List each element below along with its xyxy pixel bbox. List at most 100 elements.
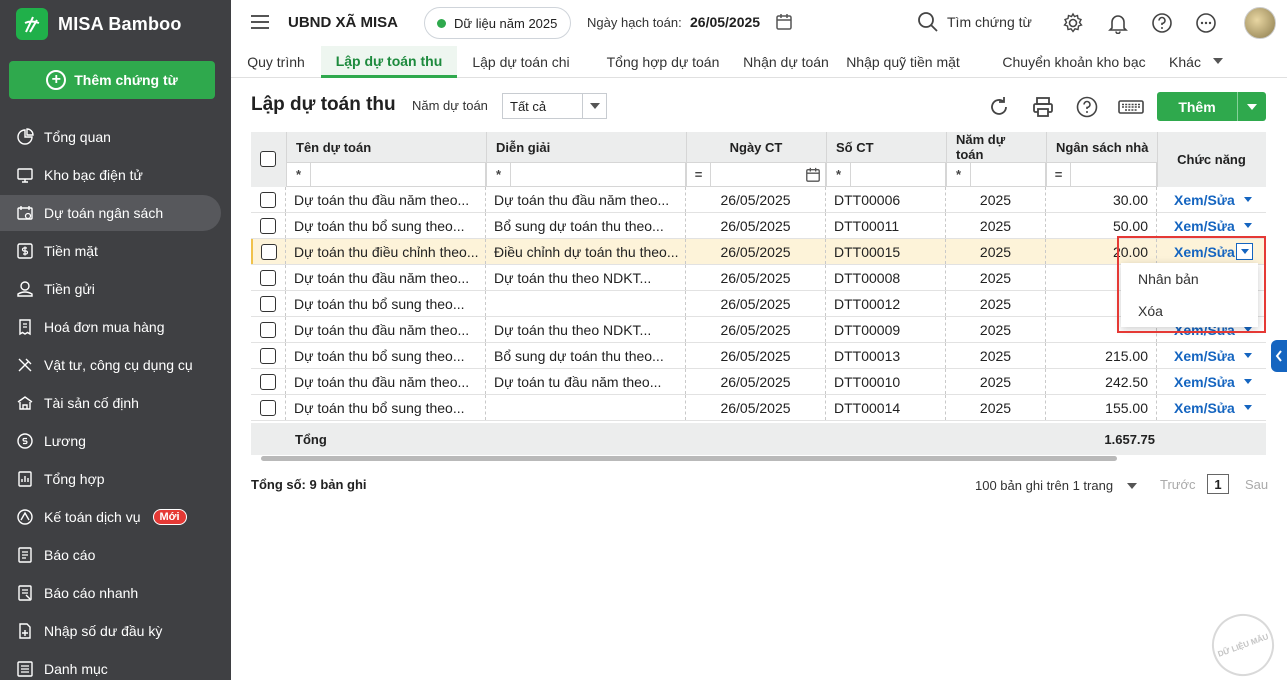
row-checkbox[interactable] bbox=[260, 399, 276, 416]
add-options-chevron-icon[interactable] bbox=[1237, 92, 1266, 121]
chevron-down-icon[interactable] bbox=[582, 94, 606, 118]
row-checkbox[interactable] bbox=[260, 217, 276, 234]
chevron-down-icon[interactable] bbox=[1243, 405, 1252, 410]
sidebar-item-salary[interactable]: Lương bbox=[0, 423, 221, 459]
filter-operator[interactable]: * bbox=[487, 163, 511, 186]
tab-6[interactable]: Chuyển khoản kho bạc bbox=[987, 46, 1161, 78]
table-row[interactable]: Dự toán thu bổ sung theo... 26/05/2025 DTT… bbox=[251, 291, 1266, 317]
column-header[interactable]: Năm dự toán bbox=[956, 132, 1036, 162]
page-number[interactable]: 1 bbox=[1207, 474, 1229, 494]
calendar-icon[interactable] bbox=[805, 167, 821, 183]
filter-operator[interactable]: = bbox=[1047, 163, 1071, 186]
row-checkbox[interactable] bbox=[260, 373, 276, 390]
sidebar-item-report[interactable]: Báo cáo bbox=[0, 537, 221, 573]
tab-1[interactable]: Lập dự toán thu bbox=[321, 46, 457, 78]
column-header[interactable]: Số CT bbox=[836, 132, 936, 162]
data-year-selector[interactable]: Dữ liệu năm 2025 bbox=[424, 7, 571, 39]
row-checkbox[interactable] bbox=[260, 191, 276, 208]
column-header[interactable]: Diễn giải bbox=[496, 132, 676, 162]
print-icon[interactable] bbox=[1031, 95, 1055, 119]
refresh-icon[interactable] bbox=[987, 95, 1011, 119]
bell-icon[interactable] bbox=[1107, 12, 1129, 34]
row-checkbox[interactable] bbox=[260, 321, 276, 338]
chevron-down-icon[interactable] bbox=[1243, 353, 1252, 358]
sidebar-item-tools[interactable]: Vật tư, công cụ dụng cụ bbox=[0, 347, 221, 383]
collapse-panel-tab[interactable] bbox=[1271, 340, 1287, 372]
sidebar-item-building[interactable]: Tài sản cố định bbox=[0, 385, 221, 421]
keyboard-icon[interactable] bbox=[1118, 95, 1144, 119]
table-row[interactable]: Dự toán thu bổ sung theo... 26/05/2025 DTT… bbox=[251, 395, 1266, 421]
row-checkbox[interactable] bbox=[260, 347, 276, 364]
post-date-value[interactable]: 26/05/2025 bbox=[690, 14, 760, 30]
help-icon[interactable] bbox=[1075, 95, 1099, 119]
filter-operator[interactable]: = bbox=[687, 163, 711, 186]
horizontal-scrollbar[interactable] bbox=[251, 454, 1266, 463]
view-edit-link[interactable]: Xem/Sửa bbox=[1174, 192, 1235, 208]
tab-5[interactable]: Nhập quỹ tiền mặt bbox=[825, 46, 981, 78]
table-row[interactable]: Dự toán thu bổ sung theo... Bổ sung dự to… bbox=[251, 343, 1266, 369]
column-header[interactable]: Chức năng bbox=[1167, 144, 1256, 174]
filter-operator[interactable]: * bbox=[947, 163, 971, 186]
hamburger-menu-icon[interactable] bbox=[251, 15, 269, 29]
page-size-chevron-icon[interactable] bbox=[1127, 483, 1137, 489]
column-filter[interactable]: * bbox=[486, 162, 686, 187]
sidebar-item-quick-report[interactable]: Báo cáo nhanh bbox=[0, 575, 221, 611]
chevron-down-icon[interactable] bbox=[1243, 379, 1252, 384]
table-row[interactable]: Dự toán thu đầu năm theo... Dự toán thu t… bbox=[251, 317, 1266, 343]
search-vouchers[interactable]: Tìm chứng từ bbox=[917, 11, 1032, 33]
tab-0[interactable]: Quy trình bbox=[231, 46, 321, 78]
filter-operator[interactable]: * bbox=[827, 163, 851, 186]
view-edit-link[interactable]: Xem/Sửa bbox=[1174, 348, 1235, 364]
select-all-checkbox[interactable] bbox=[260, 151, 276, 167]
table-row[interactable]: Dự toán thu đầu năm theo... Dự toán thu t… bbox=[251, 265, 1266, 291]
view-edit-link[interactable]: Xem/Sửa bbox=[1174, 374, 1235, 390]
row-checkbox[interactable] bbox=[260, 269, 276, 286]
column-header[interactable]: Ngày CT bbox=[696, 132, 816, 162]
table-row[interactable]: Dự toán thu đầu năm theo... Dự toán thu đ… bbox=[251, 187, 1266, 213]
tab-7[interactable]: Khác bbox=[1155, 46, 1215, 78]
sidebar-item-catalog[interactable]: Danh mục bbox=[0, 651, 221, 680]
view-edit-link[interactable]: Xem/Sửa bbox=[1174, 400, 1235, 416]
column-filter[interactable]: = bbox=[686, 162, 826, 187]
chevron-down-icon[interactable] bbox=[1243, 223, 1252, 228]
column-filter[interactable]: * bbox=[946, 162, 1046, 187]
page-size-select[interactable]: 100 bản ghi trên 1 trang bbox=[975, 478, 1113, 493]
chevron-down-icon[interactable] bbox=[1243, 197, 1252, 202]
more-options-icon[interactable] bbox=[1195, 12, 1217, 34]
sidebar-item-summary[interactable]: Tổng hợp bbox=[0, 461, 221, 497]
tab-4[interactable]: Nhận dự toán bbox=[741, 46, 831, 78]
sidebar-item-service[interactable]: Kế toán dịch vụ Mới bbox=[0, 499, 221, 535]
row-checkbox[interactable] bbox=[260, 295, 276, 312]
sidebar-item-cash[interactable]: Tiền mặt bbox=[0, 233, 221, 269]
table-row[interactable]: Dự toán thu đầu năm theo... Dự toán tu đầ… bbox=[251, 369, 1266, 395]
sidebar-item-monitor[interactable]: Kho bạc điện tử bbox=[0, 157, 221, 193]
sidebar-item-budget[interactable]: Dự toán ngân sách bbox=[0, 195, 221, 231]
column-filter[interactable]: = bbox=[1046, 162, 1157, 187]
filter-operator[interactable]: * bbox=[287, 163, 311, 186]
column-header[interactable]: Ngân sách nhà bbox=[1056, 132, 1157, 162]
sidebar-item-opening-balance[interactable]: Nhập số dư đầu kỳ bbox=[0, 613, 221, 649]
table-row[interactable]: Dự toán thu bổ sung theo... Bổ sung dự to… bbox=[251, 213, 1266, 239]
brand[interactable]: MISA Bamboo bbox=[16, 8, 182, 40]
column-filter[interactable]: * bbox=[826, 162, 946, 187]
year-filter-select[interactable]: Tất cả bbox=[502, 93, 607, 119]
prev-page-button[interactable]: Trước bbox=[1160, 477, 1196, 492]
add-button[interactable]: Thêm bbox=[1157, 92, 1266, 121]
tab-3[interactable]: Tổng hợp dự toán bbox=[585, 46, 741, 78]
gear-icon[interactable] bbox=[1062, 12, 1084, 34]
help-icon[interactable] bbox=[1151, 12, 1173, 34]
column-header[interactable]: Tên dự toán bbox=[296, 132, 476, 162]
row-checkbox[interactable] bbox=[261, 243, 277, 260]
view-edit-link[interactable]: Xem/Sửa bbox=[1174, 218, 1235, 234]
sidebar-item-deposit[interactable]: Tiền gửi bbox=[0, 271, 221, 307]
table-row[interactable]: Dự toán thu điều chỉnh theo... Điều chỉnh… bbox=[251, 239, 1266, 265]
sidebar-item-invoice[interactable]: Hoá đơn mua hàng bbox=[0, 309, 221, 345]
tab-2[interactable]: Lập dự toán chi bbox=[457, 46, 585, 78]
sidebar-item-pie-chart[interactable]: Tổng quan bbox=[0, 119, 221, 155]
cell-desc: Điều chỉnh dự toán thu theo... bbox=[486, 239, 686, 264]
avatar[interactable] bbox=[1244, 7, 1276, 39]
calendar-icon[interactable] bbox=[775, 13, 793, 31]
next-page-button[interactable]: Sau bbox=[1245, 477, 1268, 492]
add-voucher-button[interactable]: + Thêm chứng từ bbox=[9, 61, 215, 99]
column-filter[interactable]: * bbox=[286, 162, 486, 187]
